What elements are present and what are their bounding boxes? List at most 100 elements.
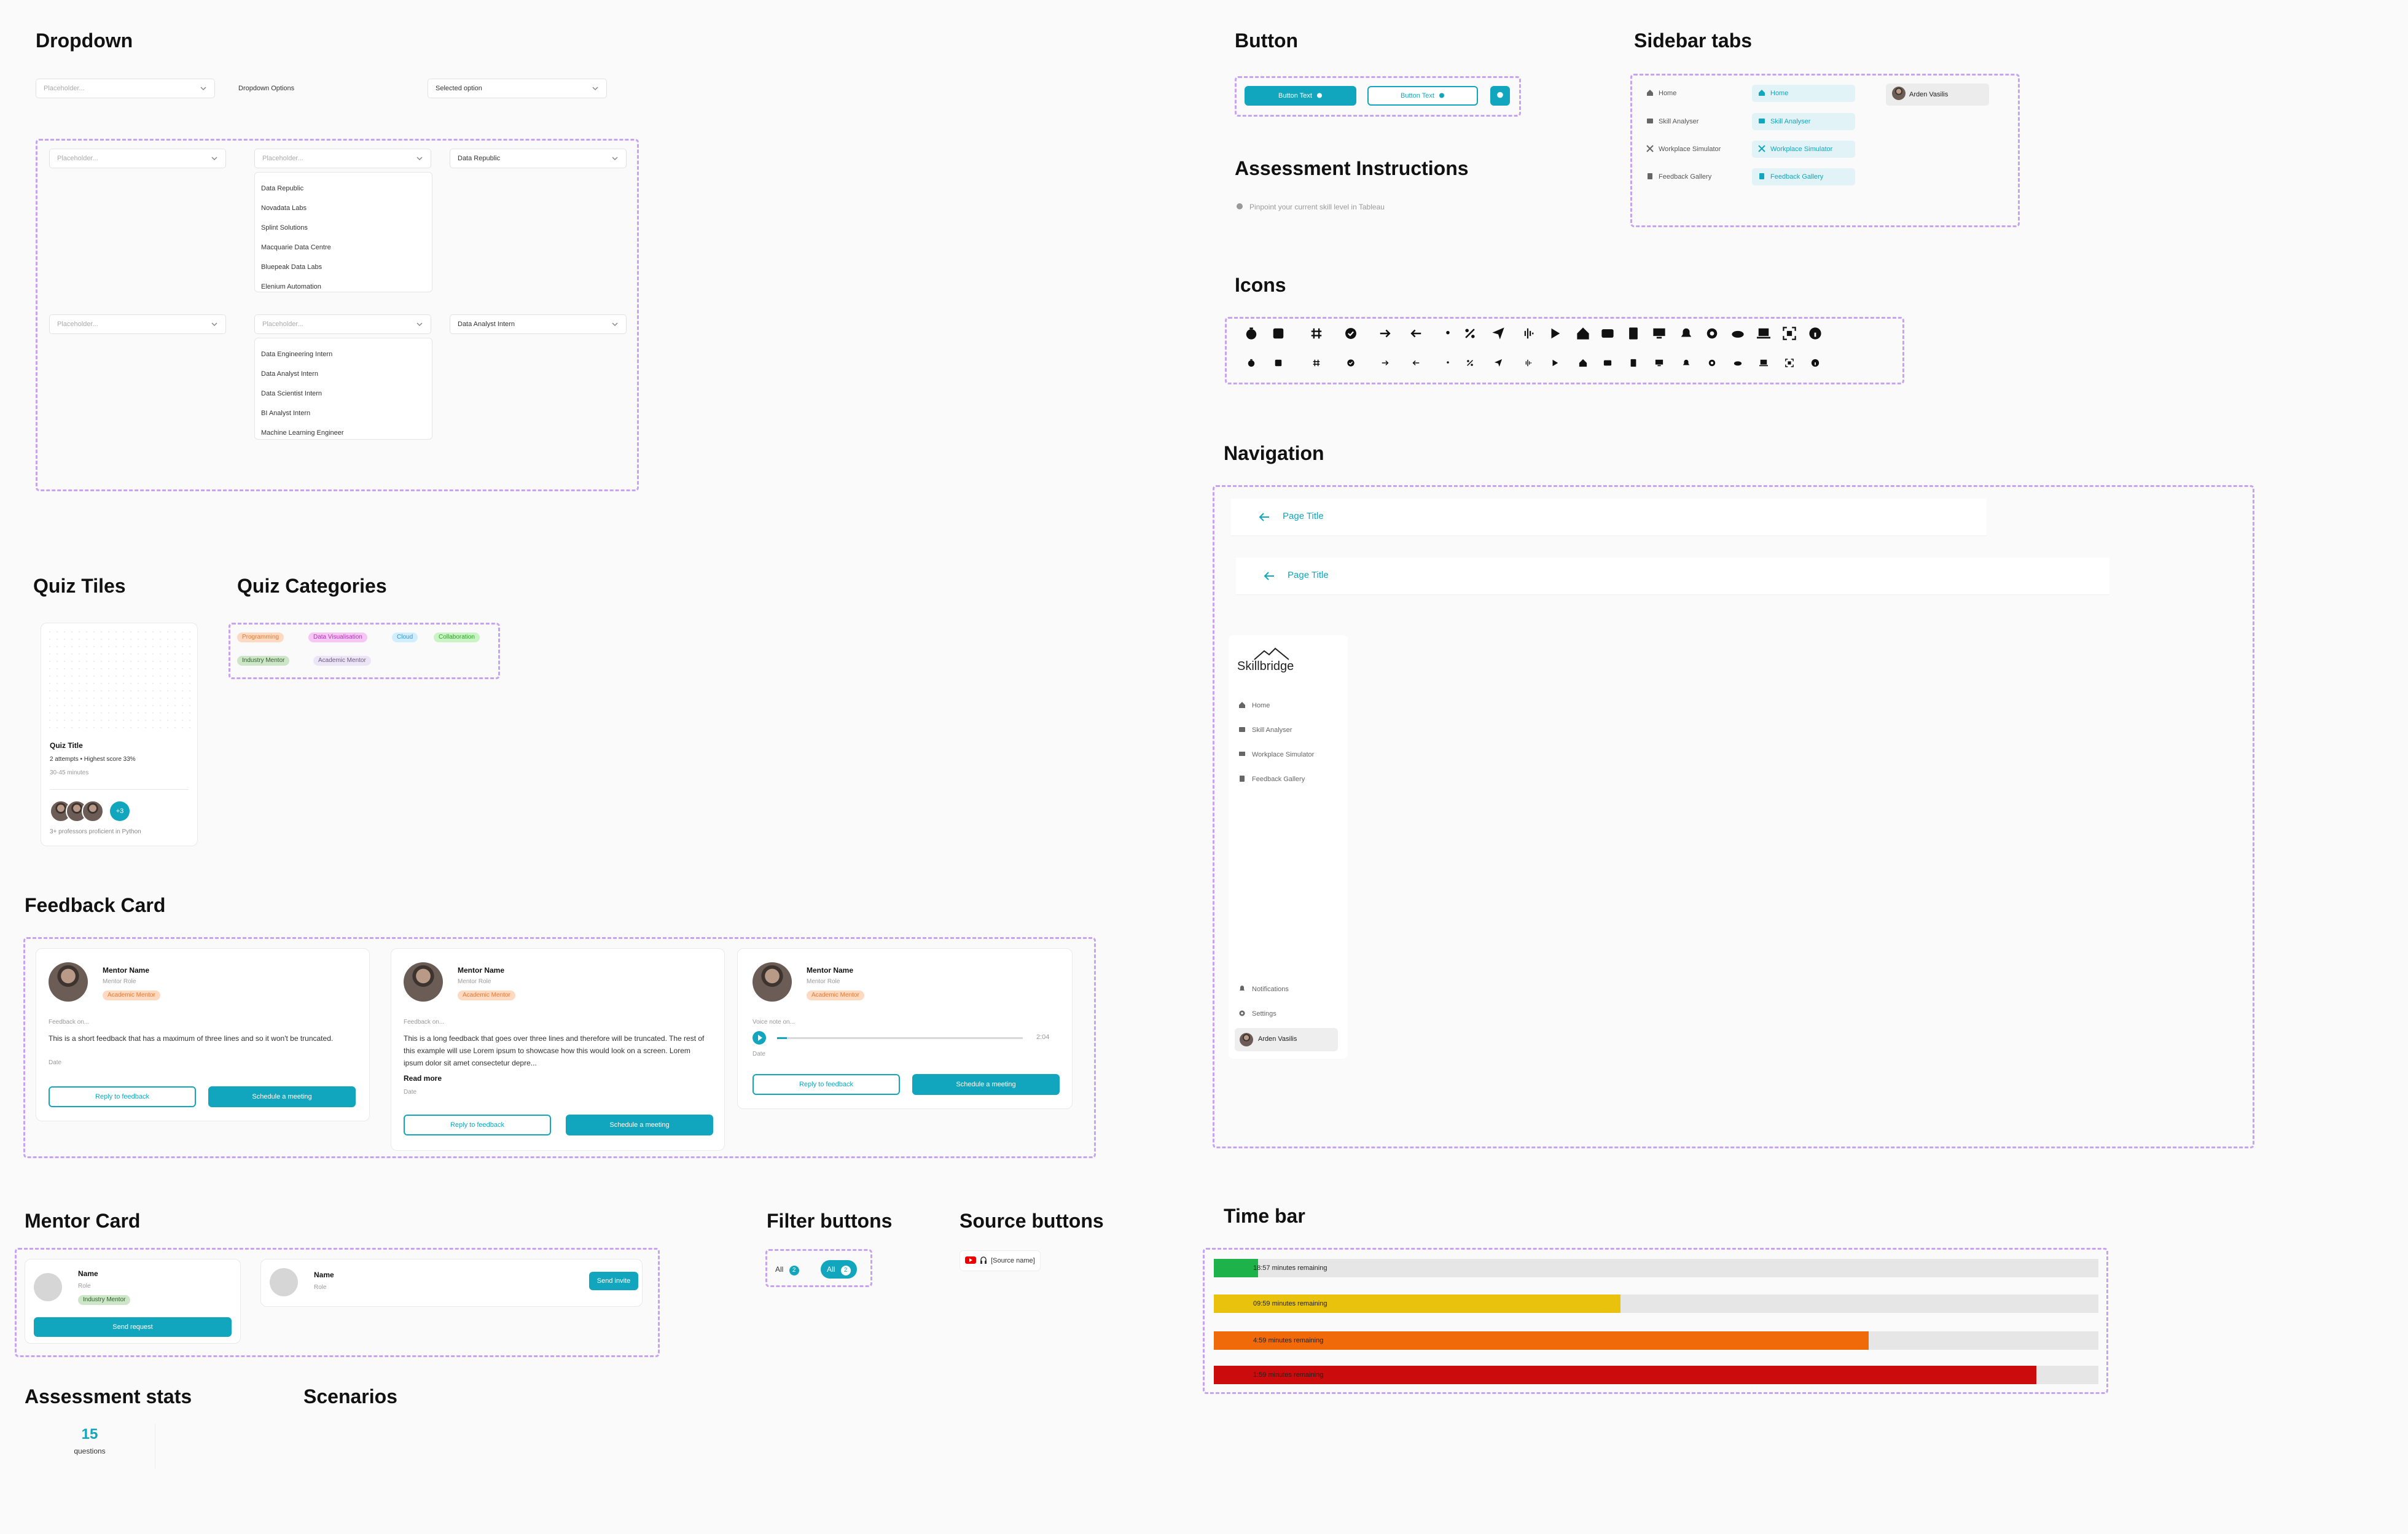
list-item[interactable]: Splint Solutions [255,218,432,238]
user-profile[interactable]: Arden Vasilis [1235,1028,1338,1051]
home-icon [1574,354,1592,372]
nav-item-feedback-gallery[interactable]: Feedback Gallery [1238,775,1305,783]
nav-item-label: Workplace Simulator [1252,751,1315,758]
sidebar-item-home[interactable]: Home [1640,85,1745,102]
sidebar-item-workplace-simulator[interactable]: Workplace Simulator [1640,141,1745,158]
target-icon [1237,203,1243,209]
dropdown-section-title: Dropdown [36,29,133,52]
dropdown-placeholder-select[interactable]: Placeholder... [36,79,215,98]
sidebar-user-profile[interactable]: Arden Vasilis [1886,84,1989,106]
avatar [1240,1033,1253,1046]
category-chip[interactable]: Cloud [392,633,418,642]
list-item[interactable]: Bluepeak Data Labs [255,257,432,277]
filter-count-badge: 2 [789,1266,799,1275]
dropdown-selected-select[interactable]: Selected option [428,79,607,98]
nav-item-workplace-simulator[interactable]: Workplace Simulator [1238,750,1314,758]
role-dropdown-closed[interactable]: Placeholder... [49,314,226,334]
list-item[interactable]: Elenium Automation [255,277,432,297]
role-dropdown-open[interactable]: Placeholder... [254,314,431,334]
arrow-left-icon[interactable] [1262,569,1276,583]
time-bar-track: 4:59 minutes remaining [1214,1331,2098,1350]
company-dropdown-open[interactable]: Placeholder... [254,149,431,168]
secondary-button[interactable]: Button Text [1367,86,1478,106]
company-dropdown-selected[interactable]: Data Republic [450,149,627,168]
schedule-button[interactable]: Schedule a meeting [566,1115,713,1135]
bell-icon [1240,986,1245,991]
reply-button[interactable]: Reply to feedback [752,1074,900,1095]
arrow-left-icon [1407,324,1425,343]
youtube-icon [965,1256,976,1264]
nav-item-settings[interactable]: Settings [1238,1010,1276,1018]
role-dropdown-selected[interactable]: Data Analyst Intern [450,314,627,334]
sidebar-item-label: Workplace Simulator [1770,146,1833,153]
clipboard-icon [1759,173,1764,179]
sidebar-item-home-active[interactable]: Home [1752,85,1855,102]
monitor-icon [1239,752,1245,756]
sidebar-item-skill-analyser-active[interactable]: Skill Analyser [1752,113,1855,130]
sidebar-item-skill-analyser[interactable]: Skill Analyser [1640,113,1745,130]
simulator-icon [1758,145,1765,152]
mentor-name: Name [314,1271,334,1279]
play-button[interactable] [752,1031,766,1045]
category-chip[interactable]: Programming [237,633,284,642]
schedule-button[interactable]: Schedule a meeting [208,1086,356,1107]
list-item[interactable]: Data Republic [255,179,432,198]
nav-item-notifications[interactable]: Notifications [1238,985,1289,993]
reply-button[interactable]: Reply to feedback [404,1115,551,1135]
category-chip[interactable]: Data Visualisation [308,633,367,642]
send-invite-button[interactable]: Send invite [589,1272,638,1290]
nav-item-home[interactable]: Home [1238,701,1270,709]
icon-button[interactable] [1490,86,1510,106]
quiz-tile-image [46,628,192,731]
read-more-link[interactable]: Read more [404,1074,442,1083]
clipboard-icon [1648,173,1652,179]
list-item[interactable]: BI Analyst Intern [255,403,432,423]
primary-button[interactable]: Button Text [1245,86,1356,106]
list-item[interactable]: Data Scientist Intern [255,384,432,403]
time-bar-fill [1214,1259,1258,1277]
user-name: Arden Vasilis [1909,91,1949,98]
home-icon [1759,90,1765,96]
category-chip[interactable]: Industry Mentor [237,656,290,666]
chevron-down-icon [612,157,618,161]
play-icon [1546,324,1564,343]
cloud-icon [1729,324,1747,343]
sidebar-item-feedback-gallery[interactable]: Feedback Gallery [1640,168,1745,185]
quiz-tile[interactable]: Quiz Title 2 attempts • Highest score 33… [41,623,198,846]
send-request-button[interactable]: Send request [34,1317,232,1337]
audio-progress-track[interactable] [777,1037,1023,1039]
sidebar-tabs-title: Sidebar tabs [1634,29,1753,52]
list-item[interactable]: Data Engineering Intern [255,345,432,364]
sidebar-item-workplace-simulator-active[interactable]: Workplace Simulator [1752,141,1855,158]
filter-buttons-title: Filter buttons [767,1210,893,1232]
sidebar-item-feedback-gallery-active[interactable]: Feedback Gallery [1752,168,1855,185]
list-item[interactable]: Novadata Labs [255,198,432,218]
list-item[interactable]: Machine Learning Engineer [255,423,432,443]
nav-item-skill-analyser[interactable]: Skill Analyser [1238,726,1292,734]
arrow-left-icon[interactable] [1257,510,1272,524]
sidebar-item-label: Skill Analyser [1770,118,1811,125]
placeholder-text: Placeholder... [262,321,303,328]
nav-item-label: Home [1252,702,1270,709]
list-item[interactable]: Data Analyst Intern [255,364,432,384]
feedback-text: This is a long feedback that goes over t… [404,1034,705,1067]
source-button[interactable]: [Source name] [960,1250,1041,1271]
analyser-icon [1239,727,1245,732]
filter-button-default[interactable]: All 2 [775,1260,799,1279]
mentor-badge: Academic Mentor [807,991,864,1000]
simulator-icon [1646,145,1654,152]
voice-note-label: Voice note on... [752,1019,795,1026]
company-dropdown-closed[interactable]: Placeholder... [49,149,226,168]
bell-icon [1677,324,1695,343]
category-chip[interactable]: Collaboration [434,633,480,642]
filter-button-active[interactable]: All 2 [821,1260,857,1279]
avatar-placeholder [270,1268,298,1296]
category-chip[interactable]: Academic Mentor [313,656,371,666]
arrow-right-icon [1376,324,1394,343]
reply-button[interactable]: Reply to feedback [49,1086,196,1107]
list-item[interactable]: Macquarie Data Centre [255,238,432,257]
schedule-button[interactable]: Schedule a meeting [912,1074,1060,1095]
analyser-icon [1647,119,1653,123]
feedback-on-label: Feedback on... [49,1019,90,1026]
chevron-down-icon [416,157,423,161]
